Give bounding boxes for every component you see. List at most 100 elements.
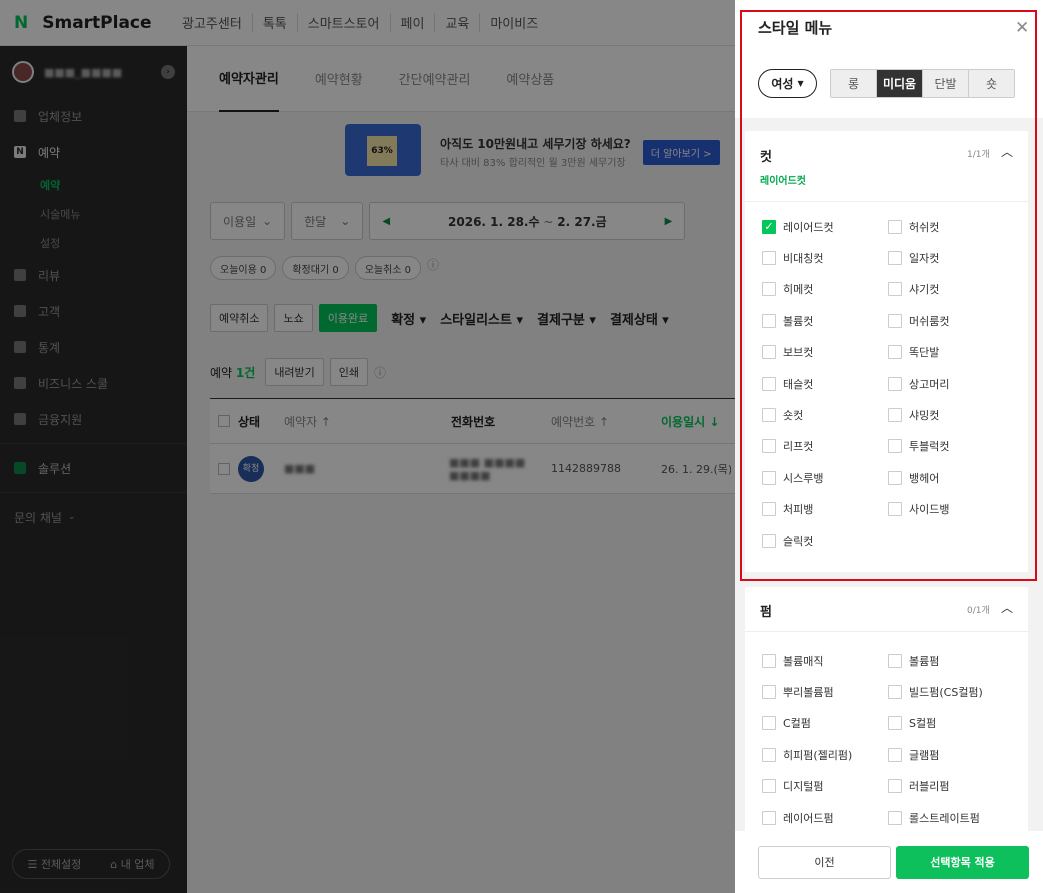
gender-select[interactable]: 여성 ▼ bbox=[758, 69, 817, 98]
stylist-dropdown[interactable]: 스타일리스트 ▾ bbox=[440, 309, 523, 328]
checkbox-icon[interactable] bbox=[888, 439, 902, 454]
col-date[interactable]: 이용일시 ↓ bbox=[641, 413, 731, 430]
checkbox-icon[interactable] bbox=[888, 653, 902, 668]
checkbox-icon[interactable] bbox=[762, 251, 776, 266]
tab-reservation-status[interactable]: 예약현황 bbox=[315, 46, 363, 112]
length-short-button[interactable]: 숏 bbox=[969, 70, 1014, 97]
today-use-pill[interactable]: 오늘이용 0 bbox=[210, 256, 277, 280]
checkbox-icon[interactable] bbox=[762, 685, 776, 700]
sidebar-sub-reservation[interactable]: 예약 bbox=[0, 170, 187, 199]
topnav-ad-center[interactable]: 광고주센터 bbox=[172, 13, 253, 32]
sidebar-item-business-school[interactable]: 비즈니스 스쿨 bbox=[0, 365, 187, 401]
style-option[interactable]: 러블리펌 bbox=[888, 771, 1014, 802]
topnav-pay[interactable]: 페이 bbox=[391, 13, 436, 32]
tab-reservation-products[interactable]: 예약상품 bbox=[506, 46, 554, 112]
style-option[interactable]: 히피펌(젤리펌) bbox=[762, 739, 888, 770]
checkbox-icon[interactable] bbox=[888, 716, 902, 731]
sidebar-sub-menu[interactable]: 시술메뉴 bbox=[0, 199, 187, 228]
style-option[interactable]: 디지털펌 bbox=[762, 771, 888, 802]
row-number[interactable]: 1142889788 bbox=[531, 462, 641, 475]
row-checkbox[interactable] bbox=[210, 462, 238, 475]
checkbox-icon[interactable] bbox=[762, 470, 776, 485]
sidebar-item-solution[interactable]: 솔루션 bbox=[0, 450, 187, 486]
complete-button[interactable]: 이용완료 bbox=[318, 304, 378, 332]
checkbox-icon[interactable] bbox=[888, 345, 902, 360]
checkbox-icon[interactable] bbox=[762, 439, 776, 454]
info-icon[interactable]: ⓘ bbox=[427, 256, 439, 280]
style-option[interactable]: 뿌리볼륨펌 bbox=[762, 676, 888, 707]
checkbox-icon[interactable] bbox=[762, 282, 776, 297]
style-option[interactable]: 롤스트레이트펌 bbox=[888, 802, 1014, 833]
checkbox-icon[interactable] bbox=[762, 810, 776, 825]
table-row[interactable]: 확정 ■■■ ■■■ ■■■■ ■■■■ 1142889788 26. 1. 2… bbox=[210, 444, 735, 494]
checkbox-icon[interactable] bbox=[888, 313, 902, 328]
checkbox-icon[interactable] bbox=[888, 747, 902, 762]
date-type-select[interactable]: 이용일 ⌄ bbox=[210, 202, 286, 240]
style-option[interactable]: 태슬컷 bbox=[762, 368, 888, 399]
length-bob-button[interactable]: 단발 bbox=[923, 70, 969, 97]
ad-banner[interactable]: 63% 아직도 10만원내고 세무기장 하세요? 타사 대비 83% 합리적인 … bbox=[187, 124, 735, 180]
checkbox-icon[interactable] bbox=[888, 219, 902, 234]
checkbox-icon[interactable] bbox=[762, 345, 776, 360]
style-option[interactable]: S컬펌 bbox=[888, 708, 1014, 739]
cancel-reservation-button[interactable]: 예약취소 bbox=[210, 304, 269, 332]
style-option[interactable]: 레이어드펌 bbox=[762, 802, 888, 833]
sidebar-item-reservation[interactable]: N 예약 bbox=[0, 134, 187, 170]
sidebar-item-stats[interactable]: 통계 bbox=[0, 329, 187, 365]
checkbox-icon[interactable] bbox=[762, 502, 776, 517]
style-option[interactable]: 볼륨매직 bbox=[762, 645, 888, 676]
col-name[interactable]: 예약자 ↑ bbox=[284, 413, 429, 430]
row-name[interactable]: ■■■ bbox=[284, 462, 429, 475]
sidebar-item-inquiry[interactable]: 문의 채널 ⌄ bbox=[0, 499, 187, 535]
style-option[interactable]: 샤기컷 bbox=[888, 274, 1014, 305]
chevron-right-icon[interactable]: › bbox=[161, 65, 175, 79]
style-option[interactable]: 뱅헤어 bbox=[888, 462, 1014, 493]
period-select[interactable]: 한달 ⌄ bbox=[291, 202, 364, 240]
style-option[interactable]: 머쉬룸컷 bbox=[888, 305, 1014, 336]
length-medium-button[interactable]: 미디움 bbox=[877, 70, 923, 97]
style-option[interactable]: 리프컷 bbox=[762, 431, 888, 462]
noshow-button[interactable]: 노쇼 bbox=[274, 304, 313, 332]
download-button[interactable]: 내려받기 bbox=[265, 358, 324, 386]
checkbox-icon[interactable] bbox=[762, 653, 776, 668]
style-option[interactable]: 샤밍컷 bbox=[888, 399, 1014, 430]
checkbox-icon[interactable] bbox=[762, 747, 776, 762]
topnav-education[interactable]: 교육 bbox=[435, 13, 481, 32]
sidebar-item-customer[interactable]: 고객 bbox=[0, 293, 187, 329]
banner-learn-more-button[interactable]: 더 알아보기 > bbox=[642, 139, 720, 165]
style-option[interactable]: 글램펌 bbox=[888, 739, 1014, 770]
checkbox-icon[interactable] bbox=[762, 779, 776, 794]
topnav-mybiz[interactable]: 마이비즈 bbox=[480, 13, 548, 32]
checkbox-checked-icon[interactable]: ✓ bbox=[762, 219, 776, 234]
all-settings-button[interactable]: ☰ 전체설정 bbox=[27, 856, 81, 872]
style-option[interactable]: ✓ 레이어드컷 bbox=[762, 211, 888, 242]
tab-simple-reservation[interactable]: 간단예약관리 bbox=[399, 46, 471, 112]
topnav-smartstore[interactable]: 스마트스토어 bbox=[298, 13, 391, 32]
checkbox-icon[interactable] bbox=[888, 470, 902, 485]
sidebar-item-finance[interactable]: 금융지원 bbox=[0, 401, 187, 437]
col-number[interactable]: 예약번호 ↑ bbox=[531, 413, 641, 430]
checkbox-icon[interactable] bbox=[888, 408, 902, 423]
date-range[interactable]: ◀ 2026. 1. 28.수 ~ 2. 27.금 ▶ bbox=[369, 202, 686, 240]
print-button[interactable]: 인쇄 bbox=[329, 358, 369, 386]
style-option[interactable]: 볼륨펌 bbox=[888, 645, 1014, 676]
style-option[interactable]: 처피뱅 bbox=[762, 494, 888, 525]
style-option[interactable]: 사이드뱅 bbox=[888, 494, 1014, 525]
style-option[interactable]: 숏컷 bbox=[762, 399, 888, 430]
style-option[interactable]: 시스루뱅 bbox=[762, 462, 888, 493]
confirm-dropdown[interactable]: 확정 ▾ bbox=[391, 309, 426, 328]
sidebar-user[interactable]: ■■■_■■■■ › bbox=[0, 46, 187, 98]
style-option[interactable]: 슬릭컷 bbox=[762, 525, 888, 556]
smartplace-logo[interactable]: N SmartPlace bbox=[14, 13, 172, 33]
checkbox-icon[interactable] bbox=[888, 685, 902, 700]
close-icon[interactable]: ✕ bbox=[1015, 18, 1029, 38]
sidebar-item-review[interactable]: 리뷰 bbox=[0, 257, 187, 293]
checkbox-icon[interactable] bbox=[762, 716, 776, 731]
style-option[interactable]: 똑단발 bbox=[888, 337, 1014, 368]
style-option[interactable]: 비대칭컷 bbox=[762, 242, 888, 273]
checkbox-icon[interactable] bbox=[888, 251, 902, 266]
prev-button[interactable]: 이전 bbox=[758, 845, 891, 879]
length-long-button[interactable]: 롱 bbox=[831, 70, 877, 97]
checkbox-icon[interactable] bbox=[888, 810, 902, 825]
style-option[interactable]: 볼륨컷 bbox=[762, 305, 888, 336]
